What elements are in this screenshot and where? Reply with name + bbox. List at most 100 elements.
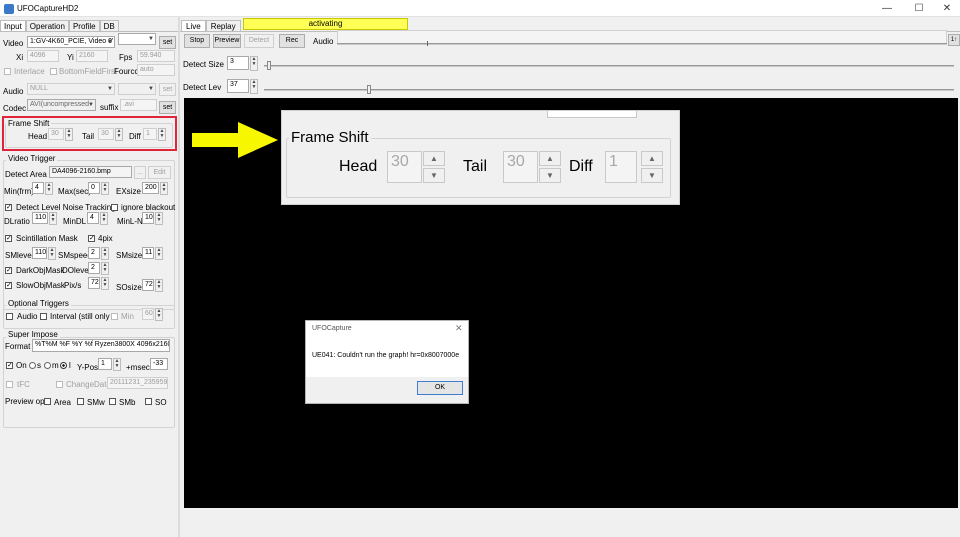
preview-so-checkbox[interactable] [145,398,152,405]
head-field[interactable]: 30 [48,128,64,140]
stop-button[interactable]: Stop [184,34,210,48]
ypos-spinner[interactable]: ▲ ▼ [113,358,121,371]
exsize-spinner[interactable]: ▲ ▼ [160,182,168,195]
min-frm-spinner[interactable]: ▲ ▼ [45,182,53,195]
size-s-radio[interactable] [29,362,36,369]
interval-min-field[interactable]: 60 [142,308,154,320]
preview-button[interactable]: Preview [213,34,241,48]
fourpix-checkbox[interactable]: ✓ [88,235,95,242]
format-field[interactable]: %T%M %F %Y %f Ryzen3800X 4096x2160. [32,339,170,352]
noise-tracking-label: Detect Level Noise Tracking [16,203,116,212]
minln-field[interactable]: 10 [142,212,154,224]
mindl-label: MinDL [63,217,87,226]
change-date-field[interactable]: 20111231_235959 [107,377,168,389]
detect-button[interactable]: Detect [244,34,274,48]
audio-combo-value: NULL [30,85,48,92]
detect-area-browse-button[interactable]: ... [134,166,146,179]
max-sec-spinner[interactable]: ▲ ▼ [101,182,109,195]
detect-size-spinner[interactable]: ▲ ▼ [250,56,258,71]
dlratio-field[interactable]: 110 [32,212,48,224]
dolevel-spinner[interactable]: ▲ ▼ [101,262,109,275]
close-icon[interactable]: ✕ [932,0,960,17]
audio-set-button[interactable]: set [159,83,176,96]
maximize-icon[interactable]: ☐ [904,0,934,17]
detect-size-field[interactable]: 3 [227,56,249,70]
detect-lev-slider-thumb[interactable] [367,85,371,94]
tail-spinner[interactable]: ▲ ▼ [115,128,123,141]
preview-smb-checkbox[interactable] [109,398,116,405]
detect-area-field[interactable]: DA4096-2160.bmp [49,166,132,178]
dark-obj-checkbox[interactable]: ✓ [5,267,12,274]
xi-field[interactable]: 4096 [27,50,59,62]
tfc-checkbox[interactable] [6,381,13,388]
change-date-checkbox[interactable] [56,381,63,388]
minln-spinner[interactable]: ▲ ▼ [155,212,163,225]
dlratio-label: DLratio [4,217,30,226]
size-m-radio[interactable] [44,362,51,369]
video-format-combo[interactable]: ▼ [118,33,156,45]
interlace-checkbox[interactable] [4,68,11,75]
zoom-diff-up-icon: ▲ [641,151,663,166]
fourcc-field[interactable]: auto [137,64,175,76]
interval-min-spinner[interactable]: ▲ ▼ [155,308,163,321]
video-set-button[interactable]: set [159,36,176,49]
minimize-icon[interactable]: — [872,0,902,17]
detect-size-slider-thumb[interactable] [267,61,271,70]
sosize-field[interactable]: 72 [142,279,154,291]
diff-field[interactable]: 1 [143,128,157,140]
on-checkbox[interactable]: ✓ [6,362,13,369]
tail-field[interactable]: 30 [98,128,114,140]
dialog-ok-button[interactable]: OK [417,381,463,395]
scroll-up-button[interactable]: 1↑ [948,34,960,46]
preview-smw-checkbox[interactable] [77,398,84,405]
mindl-field[interactable]: 4 [87,212,99,224]
audio-trigger-checkbox[interactable] [6,313,13,320]
smspeed-field[interactable]: 2 [88,247,100,259]
dolevel-field[interactable]: 2 [88,262,100,274]
audio-combo[interactable]: NULL ▼ [27,83,115,95]
head-spinner[interactable]: ▲ ▼ [65,128,73,141]
dialog-close-icon[interactable]: ✕ [455,323,463,334]
smsize-spinner[interactable]: ▲ ▼ [155,247,163,260]
zoom-tail-up-icon: ▲ [539,151,561,166]
dlratio-spinner[interactable]: ▲ ▼ [49,212,57,225]
rec-button[interactable]: Rec [279,34,305,48]
codec-combo[interactable]: AVI(uncompressed ▼ [27,99,96,111]
dialog-message: UE041: Couldn't run the graph! hr=0x8007… [312,352,460,359]
ignore-blackout-checkbox[interactable] [111,204,118,211]
video-combo[interactable]: 1:GV-4K60_PCIE, Video 0' ▼ [27,36,115,48]
smsize-field[interactable]: 11 [142,247,154,259]
ypos-field[interactable]: 1 [98,358,112,370]
detect-lev-field[interactable]: 37 [227,79,249,93]
min-frm-label: Min(frm) [4,187,34,196]
pixs-spinner[interactable]: ▲ ▼ [101,277,109,290]
noise-tracking-checkbox[interactable]: ✓ [5,204,12,211]
slow-obj-checkbox[interactable]: ✓ [5,282,12,289]
interval-min-checkbox[interactable] [111,313,118,320]
suffix-field[interactable]: .avi [120,99,157,111]
smlevel-spinner[interactable]: ▲ ▼ [48,247,56,260]
smspeed-spinner[interactable]: ▲ ▼ [101,247,109,260]
msec-field[interactable]: -33 [150,358,168,370]
exsize-field[interactable]: 200 [142,182,159,194]
pixs-label: Pix/s [64,281,82,290]
interval-checkbox[interactable] [40,313,47,320]
min-frm-field[interactable]: 4 [32,182,44,194]
audio-format-combo[interactable]: ▼ [118,83,156,95]
yi-field[interactable]: 2160 [76,50,108,62]
scintillation-checkbox[interactable]: ✓ [5,235,12,242]
size-m-label: m [52,361,59,370]
fps-field[interactable]: 59.940 [137,50,175,62]
mindl-spinner[interactable]: ▲ ▼ [100,212,108,225]
detect-lev-spinner[interactable]: ▲ ▼ [250,79,258,94]
diff-spinner[interactable]: ▲ ▼ [158,128,166,141]
pixs-field[interactable]: 72 [88,277,100,289]
detect-area-edit-button[interactable]: Edit [148,166,171,179]
max-sec-field[interactable]: 0 [88,182,100,194]
preview-area-checkbox[interactable] [44,398,51,405]
smlevel-field[interactable]: 110 [32,247,47,259]
codec-set-button[interactable]: set [159,101,176,114]
size-l-radio[interactable] [60,362,67,369]
bff-checkbox[interactable] [50,68,57,75]
sosize-spinner[interactable]: ▲ ▼ [155,279,163,292]
